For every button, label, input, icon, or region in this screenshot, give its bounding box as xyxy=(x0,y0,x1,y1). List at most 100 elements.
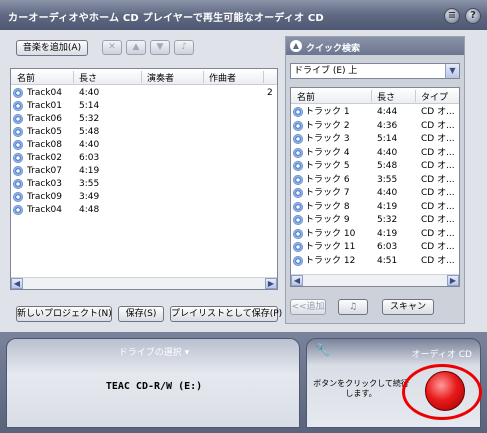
list-item[interactable]: トラック 2 4:36 CD オ... xyxy=(291,120,459,132)
qs-track-name: トラック 1 xyxy=(305,107,350,117)
table-row[interactable]: Track04 4:48 xyxy=(11,204,277,216)
quick-search-hscroll[interactable]: ◀ ▶ xyxy=(291,274,459,286)
list-item[interactable]: トラック 3 5:14 CD オ... xyxy=(291,133,459,145)
audio-disc-icon xyxy=(293,215,303,225)
audio-disc-icon xyxy=(13,153,23,163)
qs-track-length: 4:51 xyxy=(377,255,398,266)
scan-button[interactable]: スキャン xyxy=(382,299,434,315)
qs-track-type: CD オ... xyxy=(421,161,455,171)
track-name: Track06 xyxy=(27,114,63,124)
list-item[interactable]: トラック 10 4:19 CD オ... xyxy=(291,228,459,240)
track-length: 5:14 xyxy=(79,101,100,111)
drive-select-toggle[interactable]: ドライブの選択 ▾ xyxy=(7,345,301,358)
play-icon[interactable]: ♪ xyxy=(174,40,194,55)
track-name: Track04 xyxy=(27,88,63,98)
audio-disc-icon xyxy=(13,166,23,176)
list-item[interactable]: トラック 11 6:03 CD オ... xyxy=(291,241,459,253)
qs-track-name: トラック 9 xyxy=(305,215,350,225)
qs-track-type: CD オ... xyxy=(421,215,455,225)
add-music-button[interactable]: 音楽を追加(A) xyxy=(16,40,88,56)
track-extra-value: 2 xyxy=(267,88,273,98)
audio-disc-icon xyxy=(13,127,23,137)
qs-track-type: CD オ... xyxy=(421,120,455,131)
chevron-down-icon[interactable]: ▼ xyxy=(445,64,459,78)
list-item[interactable]: トラック 12 4:51 CD オ... xyxy=(291,255,459,267)
save-as-playlist-button[interactable]: プレイリストとして保存(P) xyxy=(170,306,282,322)
audio-disc-icon xyxy=(293,134,303,144)
list-item[interactable]: トラック 6 3:55 CD オ... xyxy=(291,174,459,186)
table-row[interactable]: Track02 6:03 xyxy=(11,152,277,164)
list-item[interactable]: トラック 4 4:40 CD オ... xyxy=(291,147,459,159)
track-name: Track07 xyxy=(27,166,63,176)
drive-select[interactable]: ドライブ (E) 上 ▼ xyxy=(290,63,460,79)
move-up-icon[interactable]: ▲ xyxy=(126,40,146,55)
audio-disc-icon xyxy=(293,107,303,117)
qs-column-length[interactable]: 長さ xyxy=(377,90,395,103)
column-composer[interactable]: 作曲者 xyxy=(209,71,236,84)
list-item[interactable]: トラック 8 4:19 CD オ... xyxy=(291,201,459,213)
qs-track-length: 4:19 xyxy=(377,228,398,239)
chevron-up-icon[interactable]: ▲ xyxy=(290,40,302,52)
move-down-icon[interactable]: ▼ xyxy=(150,40,170,55)
help-button[interactable]: ? xyxy=(465,8,481,24)
audio-disc-icon xyxy=(293,188,303,198)
track-name: Track05 xyxy=(27,127,63,137)
qs-track-name: トラック 8 xyxy=(305,201,350,212)
quick-search-list[interactable]: 名前 長さ タイプ トラック 1 4:44 CD オ... トラック 2 4:36 CD … xyxy=(290,87,460,287)
collapse-icon[interactable]: ≡ xyxy=(444,8,460,24)
list-item[interactable]: トラック 1 4:44 CD オ... xyxy=(291,106,459,118)
audio-disc-icon xyxy=(13,205,23,215)
track-list[interactable]: 名前 長さ 演奏者 作曲者 Track04 4:40 Track01 5:14 Trac… xyxy=(10,68,278,290)
track-length: 4:48 xyxy=(79,205,100,215)
table-row[interactable]: Track05 5:48 xyxy=(11,126,277,138)
column-artist[interactable]: 演奏者 xyxy=(147,71,174,84)
qs-track-length: 4:44 xyxy=(377,107,398,117)
compilation-toolbar: 音楽を追加(A) ✕ ▲ ▼ ♪ xyxy=(10,36,278,60)
table-row[interactable]: Track04 4:40 xyxy=(11,87,277,99)
continue-instruction: ボタンをクリックして続行します。 xyxy=(313,379,409,398)
scroll-right-icon[interactable]: ▶ xyxy=(447,275,459,286)
scroll-left-icon[interactable]: ◀ xyxy=(291,275,303,286)
main-area: 音楽を追加(A) ✕ ▲ ▼ ♪ 名前 長さ 演奏者 作曲者 Track04 4:… xyxy=(0,30,487,332)
delete-icon[interactable]: ✕ xyxy=(102,40,122,55)
save-button[interactable]: 保存(S) xyxy=(118,306,164,322)
scroll-left-icon[interactable]: ◀ xyxy=(11,278,23,289)
qs-track-name: トラック 11 xyxy=(305,242,356,252)
table-row[interactable]: Track03 3:55 xyxy=(11,178,277,190)
compilation-pane: 音楽を追加(A) ✕ ▲ ▼ ♪ 名前 長さ 演奏者 作曲者 Track04 4:… xyxy=(10,36,282,324)
chevron-down-icon: ▾ xyxy=(184,348,190,358)
qs-track-length: 4:40 xyxy=(377,147,398,158)
track-name: Track04 xyxy=(27,205,63,215)
table-row[interactable]: Track01 5:14 xyxy=(11,100,277,112)
qs-track-type: CD オ... xyxy=(421,188,455,198)
qs-track-length: 3:55 xyxy=(377,174,398,185)
track-length: 5:48 xyxy=(79,127,100,137)
list-item[interactable]: トラック 9 5:32 CD オ... xyxy=(291,214,459,226)
drive-name[interactable]: TEAC CD-R/W (E:) xyxy=(7,381,301,392)
table-row[interactable]: Track07 4:19 xyxy=(11,165,277,177)
qs-track-length: 4:19 xyxy=(377,201,398,212)
music-note-icon[interactable]: ♫ xyxy=(338,299,368,315)
table-row[interactable]: Track06 5:32 xyxy=(11,113,277,125)
qs-column-type[interactable]: タイプ xyxy=(421,90,448,103)
qs-track-type: CD オ... xyxy=(421,147,455,158)
audio-disc-icon xyxy=(293,147,303,158)
table-row[interactable]: Track08 4:40 xyxy=(11,139,277,151)
track-list-hscroll[interactable]: ◀ ▶ xyxy=(11,277,277,289)
qs-track-length: 6:03 xyxy=(377,242,398,252)
audio-disc-icon xyxy=(13,101,23,111)
list-item[interactable]: トラック 5 5:48 CD オ... xyxy=(291,160,459,172)
qs-track-name: トラック 2 xyxy=(305,120,350,131)
highlight-circle xyxy=(402,364,482,420)
new-project-button[interactable]: 新しいプロジェクト(N) xyxy=(16,306,112,322)
quick-search-pane: ▲ クイック検索 ドライブ (E) 上 ▼ 名前 長さ タイプ トラック 1 4:… xyxy=(285,36,465,324)
qs-column-name[interactable]: 名前 xyxy=(297,90,315,103)
column-length[interactable]: 長さ xyxy=(79,71,97,84)
wrench-icon[interactable]: 🔧 xyxy=(315,343,330,357)
audio-disc-icon xyxy=(293,120,303,131)
scroll-right-icon[interactable]: ▶ xyxy=(265,278,277,289)
add-button[interactable]: <<追加 xyxy=(290,299,326,315)
table-row[interactable]: Track09 3:49 xyxy=(11,191,277,203)
list-item[interactable]: トラック 7 4:40 CD オ... xyxy=(291,187,459,199)
column-name[interactable]: 名前 xyxy=(17,71,35,84)
